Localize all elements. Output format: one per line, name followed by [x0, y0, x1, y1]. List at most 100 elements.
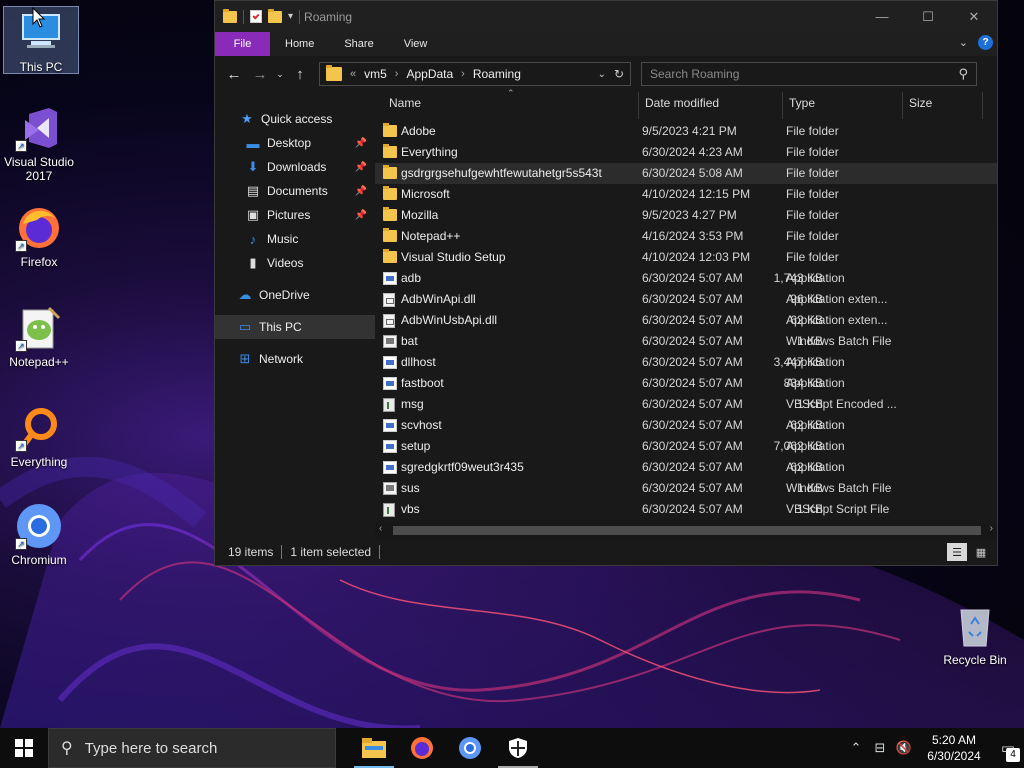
details-view-button[interactable]: ☰ [947, 543, 967, 561]
start-button[interactable] [0, 728, 48, 768]
file-row[interactable]: adb 6/30/2024 5:07 AM Application 1,743 KB [375, 268, 997, 289]
search-input[interactable] [650, 67, 950, 81]
breadcrumb-appdata[interactable]: AppData [406, 67, 453, 81]
pin-icon[interactable]: 📌 [355, 138, 367, 149]
expand-ribbon-icon[interactable]: ⌄ [959, 36, 968, 49]
search-box[interactable]: ⚲ [641, 62, 977, 86]
action-center-button[interactable]: ▭ 4 [992, 728, 1024, 768]
file-row[interactable]: Mozilla 9/5/2023 4:27 PM File folder [375, 205, 997, 226]
recent-locations-icon[interactable]: ⌄ [273, 69, 287, 80]
desktop-icon-firefox[interactable]: ↗ Firefox [1, 204, 77, 269]
chevron-right-icon[interactable]: › [395, 68, 399, 80]
properties-icon[interactable] [250, 10, 262, 23]
desktop-icon-notepadpp[interactable]: ↗ Notepad++ [1, 304, 77, 369]
column-header-type[interactable]: Type [783, 92, 903, 119]
nav-item-videos[interactable]: ▮ Videos [215, 251, 375, 275]
taskbar-security[interactable] [494, 728, 542, 768]
file-row[interactable]: scvhost 6/30/2024 5:07 AM Application 62 KB [375, 415, 997, 436]
nav-item-pictures[interactable]: ▣ Pictures 📌 [215, 203, 375, 227]
nav-item-desktop[interactable]: ▬ Desktop 📌 [215, 131, 375, 155]
application-icon [383, 272, 397, 285]
taskbar-search[interactable]: ⚲ Type here to search [48, 728, 336, 768]
pin-icon[interactable]: 📌 [355, 186, 367, 197]
vbscript-file-icon [383, 503, 395, 517]
nav-item-onedrive[interactable]: ☁ OneDrive [215, 283, 375, 307]
desktop-icon-everything[interactable]: ↗ Everything [1, 404, 77, 469]
firefox-icon: ↗ [15, 204, 63, 252]
file-row[interactable]: setup 6/30/2024 5:07 AM Application 7,062 K… [375, 436, 997, 457]
file-row[interactable]: Notepad++ 4/16/2024 3:53 PM File folder [375, 226, 997, 247]
desktop-icon-chromium[interactable]: ↗ Chromium [1, 502, 77, 567]
file-name: setup [401, 439, 431, 453]
file-row[interactable]: msg 6/30/2024 5:07 AM VBScript Encoded ...… [375, 394, 997, 415]
file-row[interactable]: gsdrgrgsehufgewhtfewutahetgr5s543t 6/30/2… [375, 163, 997, 184]
file-size: 1 KB [796, 481, 823, 495]
file-row[interactable]: AdbWinUsbApi.dll 6/30/2024 5:07 AM Applica… [375, 310, 997, 331]
file-row[interactable]: fastboot 6/30/2024 5:07 AM Application 834 … [375, 373, 997, 394]
file-row[interactable]: sgredgkrtf09weut3r435 6/30/2024 5:07 AM Ap… [375, 457, 997, 478]
download-icon: ⬇ [247, 159, 259, 174]
close-button[interactable]: ✕ [951, 1, 997, 32]
desktop-icon-visual-studio[interactable]: ↗ Visual Studio 2017 [1, 104, 77, 183]
forward-button[interactable]: → [247, 66, 273, 83]
tab-share[interactable]: Share [329, 32, 388, 56]
minimize-button[interactable]: — [859, 1, 905, 32]
pin-icon[interactable]: 📌 [355, 162, 367, 173]
nav-item-this-pc[interactable]: ▭ This PC [215, 315, 375, 339]
file-row[interactable]: dllhost 6/30/2024 5:07 AM Application 3,447… [375, 352, 997, 373]
vbscript-file-icon [383, 398, 395, 412]
file-row[interactable]: vbs 6/30/2024 5:07 AM VBScript Script File… [375, 499, 997, 520]
nav-item-network[interactable]: ⊞ Network [215, 347, 375, 371]
nav-item-downloads[interactable]: ⬇ Downloads 📌 [215, 155, 375, 179]
scrollbar-thumb[interactable] [393, 526, 981, 535]
scroll-right-icon[interactable]: › [990, 523, 993, 534]
chevron-up-icon[interactable]: ⌃ [844, 740, 868, 756]
large-icons-view-button[interactable]: ▦ [971, 543, 991, 561]
file-row[interactable]: Adobe 9/5/2023 4:21 PM File folder [375, 121, 997, 142]
desktop-icon-recycle-bin[interactable]: Recycle Bin [937, 602, 1013, 667]
breadcrumb-overflow[interactable]: « [350, 68, 356, 80]
file-row[interactable]: Visual Studio Setup 4/10/2024 12:03 PM Fil… [375, 247, 997, 268]
chevron-right-icon[interactable]: › [461, 68, 465, 80]
tab-home[interactable]: Home [270, 32, 329, 56]
new-folder-icon[interactable] [268, 8, 282, 23]
folder-icon [383, 186, 397, 200]
column-header-size[interactable]: Size [903, 92, 983, 119]
up-button[interactable]: ↑ [287, 66, 313, 83]
maximize-button[interactable]: ☐ [905, 1, 951, 32]
pin-icon[interactable]: 📌 [355, 210, 367, 221]
nav-item-quick-access[interactable]: ★ Quick access [215, 107, 375, 131]
column-header-name[interactable]: Name [383, 92, 639, 119]
system-tray: ⌃ ⊟ 🔇 5:20 AM 6/30/2024 ▭ 4 [844, 728, 1024, 768]
network-status-icon[interactable]: ⊟ [868, 740, 892, 756]
address-bar[interactable]: « vm5 › AppData › Roaming ⌄ ↻ [319, 62, 631, 86]
clock-date: 6/30/2024 [927, 749, 981, 763]
taskbar-chromium[interactable] [446, 728, 494, 768]
file-row[interactable]: Microsoft 4/10/2024 12:15 PM File folder [375, 184, 997, 205]
nav-item-music[interactable]: ♪ Music [215, 227, 375, 251]
volume-muted-icon[interactable]: 🔇 [892, 740, 916, 756]
refresh-icon[interactable]: ↻ [614, 67, 624, 81]
taskbar-file-explorer[interactable] [350, 728, 398, 768]
back-button[interactable]: ← [221, 66, 247, 83]
help-icon[interactable]: ? [978, 35, 993, 50]
tab-view[interactable]: View [389, 32, 443, 56]
file-row[interactable]: bat 6/30/2024 5:07 AM Windows Batch File 1 … [375, 331, 997, 352]
title-bar[interactable]: ▾ Roaming — ☐ ✕ [215, 1, 997, 32]
file-row[interactable]: Everything 6/30/2024 4:23 AM File folder [375, 142, 997, 163]
breadcrumb-roaming[interactable]: Roaming [473, 67, 521, 81]
nav-item-documents[interactable]: ▤ Documents 📌 [215, 179, 375, 203]
search-icon: ⚲ [61, 740, 73, 757]
breadcrumb-vm5[interactable]: vm5 [364, 67, 387, 81]
customize-qat-icon[interactable]: ▾ [288, 11, 293, 22]
horizontal-scrollbar[interactable]: ‹ › [375, 522, 997, 539]
file-row[interactable]: AdbWinApi.dll 6/30/2024 5:07 AM Applicatio… [375, 289, 997, 310]
address-dropdown-icon[interactable]: ⌄ [598, 69, 606, 80]
column-header-date-modified[interactable]: Date modified [639, 92, 783, 119]
clock[interactable]: 5:20 AM 6/30/2024 [916, 732, 992, 764]
scroll-left-icon[interactable]: ‹ [379, 523, 382, 534]
taskbar-firefox[interactable] [398, 728, 446, 768]
nav-item-label: This PC [259, 320, 302, 334]
tab-file[interactable]: File [215, 32, 270, 56]
file-row[interactable]: sus 6/30/2024 5:07 AM Windows Batch File 1 … [375, 478, 997, 499]
